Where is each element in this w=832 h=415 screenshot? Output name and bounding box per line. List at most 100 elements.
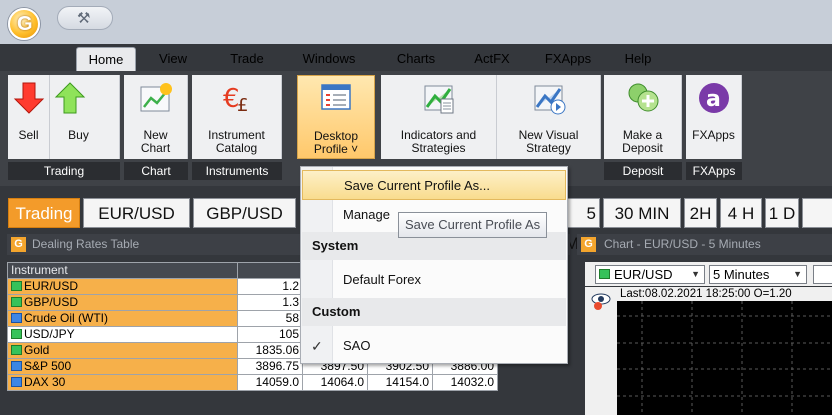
indicators-strategies-button[interactable]: Indicators and Strategies	[381, 75, 497, 159]
tools-icon[interactable]: ⚒	[77, 9, 90, 27]
fxapps-label: FXApps	[692, 128, 735, 142]
instrument-name: DAX 30	[24, 375, 66, 389]
tab-trading[interactable]: Trading	[8, 198, 80, 228]
make-deposit-button[interactable]: Make a Deposit	[604, 75, 682, 159]
fx-icon	[599, 269, 610, 279]
chevron-down-icon: ▼	[793, 269, 802, 279]
fx-icon	[11, 281, 22, 291]
group-instruments: Instruments	[192, 162, 282, 180]
tab-gbpusd[interactable]: GBP/USD	[193, 198, 296, 228]
deposit-icon	[628, 83, 658, 112]
tab-home[interactable]: Home	[76, 47, 136, 71]
indicators-icon	[424, 85, 453, 114]
tab-charts[interactable]: Charts	[392, 47, 440, 71]
chart-last-info: Last:08.02.2021 18:25:00 O=1.20	[620, 288, 792, 300]
sao-label: SAO	[343, 338, 371, 353]
app-logo-letter: G	[17, 13, 33, 35]
tab-2h[interactable]: 2H	[684, 198, 717, 228]
tab-trade[interactable]: Trade	[224, 47, 270, 71]
desktop-profile-icon	[321, 84, 351, 110]
visual-strategy-icon	[534, 85, 565, 115]
instrument-name: Crude Oil (WTI)	[24, 311, 108, 325]
instrument-name-cell[interactable]: Crude Oil (WTI)	[7, 310, 238, 327]
app-menu-button[interactable]: G	[8, 8, 40, 40]
rate-cell[interactable]: 14059.0	[237, 374, 303, 391]
chart-toolbar: EUR/USD ▼ 5 Minutes ▼	[585, 262, 832, 286]
group-trading: Trading	[8, 162, 120, 180]
save-profile-menu-item[interactable]: Save Current Profile As...	[302, 170, 566, 200]
desktop-profile-menu: Save Current Profile As... Manage System…	[300, 166, 568, 364]
instrument-catalog-button[interactable]: € £ Instrument Catalog	[192, 75, 282, 159]
tooltip: Save Current Profile As	[398, 212, 548, 238]
chart-title-bar: G Chart - EUR/USD - 5 Minutes	[577, 234, 832, 255]
new-chart-button[interactable]: New Chart	[124, 75, 188, 159]
tab-view[interactable]: View	[152, 47, 194, 71]
eye-icon[interactable]	[590, 291, 612, 313]
instrument-name-cell[interactable]: DAX 30	[7, 374, 238, 391]
default-forex-menu-item[interactable]: Default Forex	[302, 265, 566, 295]
tab-eurusd[interactable]: EUR/USD	[83, 198, 190, 228]
buy-button[interactable]: Buy	[50, 75, 120, 159]
svg-text:£: £	[237, 95, 248, 115]
rate-cell[interactable]: 14064.0	[302, 374, 368, 391]
chart-extra-control[interactable]	[813, 265, 832, 284]
sao-menu-item[interactable]: ✓ SAO	[302, 331, 566, 361]
tab-more[interactable]	[802, 198, 832, 228]
table-row[interactable]: DAX 30 14059.0 14064.0 14154.0 14032.0	[7, 374, 498, 391]
cfd-icon	[11, 313, 22, 323]
fxapps-icon: a	[698, 83, 729, 113]
chart-grid	[617, 301, 832, 415]
rate-cell[interactable]: 1835.06	[237, 342, 303, 359]
fx-icon	[11, 329, 22, 339]
symbol-select[interactable]: EUR/USD ▼	[595, 265, 705, 284]
instrument-name-cell[interactable]: S&P 500	[7, 358, 238, 375]
chart-title: Chart - EUR/USD - 5 Minutes	[604, 237, 761, 251]
tab-windows[interactable]: Windows	[296, 47, 362, 71]
check-icon: ✓	[311, 338, 323, 354]
column-instrument[interactable]: Instrument	[7, 262, 238, 279]
tab-30min[interactable]: 30 MIN	[603, 198, 681, 228]
tab-1d[interactable]: 1 D	[765, 198, 799, 228]
group-fxapps: FXApps	[686, 162, 742, 180]
instrument-name-cell[interactable]: GBP/USD	[7, 294, 238, 311]
new-visual-strategy-label: New Visual Strategy	[518, 128, 579, 155]
chart-plot[interactable]	[617, 301, 832, 415]
timeframe-value: 5 Minutes	[713, 267, 770, 282]
custom-section-header: Custom	[302, 298, 566, 326]
instrument-name: Gold	[24, 343, 50, 357]
instrument-name-cell[interactable]: EUR/USD	[7, 278, 238, 295]
tab-actfx[interactable]: ActFX	[467, 47, 517, 71]
tab-fxapps[interactable]: FXApps	[540, 47, 596, 71]
new-visual-strategy-button[interactable]: New Visual Strategy	[497, 75, 601, 159]
fx-icon	[11, 297, 22, 307]
panel-logo-icon: G	[11, 237, 26, 252]
tab-help[interactable]: Help	[618, 47, 658, 71]
desktop-profile-button[interactable]: Desktop Profile ˅	[297, 75, 375, 159]
rate-cell[interactable]: 1.2	[237, 278, 303, 295]
instrument-catalog-label: Instrument Catalog	[208, 128, 265, 155]
tab-4h[interactable]: 4 H	[720, 198, 762, 228]
sell-button[interactable]: Sell	[8, 75, 50, 159]
desktop-profile-label: Desktop Profile ˅	[313, 129, 359, 156]
rate-cell[interactable]: 14032.0	[432, 374, 498, 391]
currency-icon: €£	[223, 84, 248, 115]
new-chart-label: New Chart	[140, 128, 171, 155]
dealing-rates-title: Dealing Rates Table	[32, 237, 140, 251]
rate-cell[interactable]: 58	[237, 310, 303, 327]
quick-access-toolbar[interactable]: ⚒	[57, 6, 113, 30]
instrument-name-cell[interactable]: Gold	[7, 342, 238, 359]
sell-arrow-icon	[13, 82, 44, 114]
rate-cell[interactable]: 1.3	[237, 294, 303, 311]
rate-cell[interactable]: 14154.0	[367, 374, 433, 391]
make-deposit-label: Make a Deposit	[622, 128, 663, 155]
instrument-name: EUR/USD	[24, 279, 79, 293]
instrument-name-cell[interactable]: USD/JPY	[7, 326, 238, 343]
column-sell[interactable]	[237, 262, 303, 279]
fxapps-button[interactable]: a FXApps	[686, 75, 742, 159]
svg-text:a: a	[706, 87, 721, 112]
rate-cell[interactable]: 105	[237, 326, 303, 343]
buy-label: Buy	[68, 128, 89, 142]
timeframe-select[interactable]: 5 Minutes ▼	[709, 265, 807, 284]
new-chart-icon	[140, 83, 172, 112]
rate-cell[interactable]: 3896.75	[237, 358, 303, 375]
